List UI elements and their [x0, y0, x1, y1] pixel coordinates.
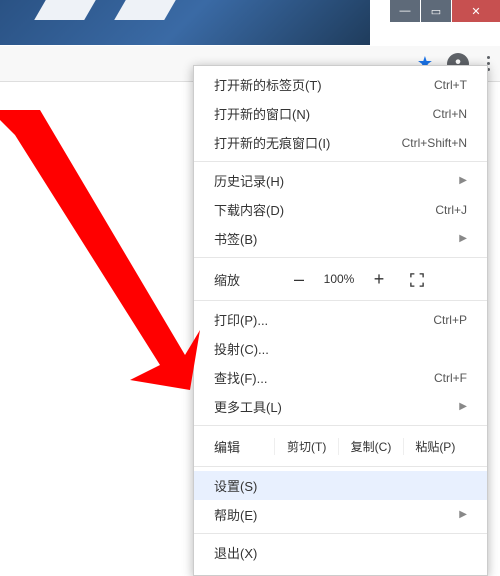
shortcut-text: Ctrl+T: [434, 78, 467, 92]
edit-label: 编辑: [214, 437, 274, 456]
menu-label: 帮助(E): [214, 505, 257, 524]
shortcut-text: Ctrl+F: [434, 371, 467, 385]
zoom-value: 100%: [314, 272, 364, 286]
menu-label: 下载内容(D): [214, 200, 284, 219]
menu-item-downloads[interactable]: 下载内容(D) Ctrl+J: [194, 195, 487, 224]
menu-separator: [194, 533, 487, 534]
close-button[interactable]: ✕: [452, 0, 500, 22]
paste-button[interactable]: 粘贴(P): [403, 438, 467, 455]
menu-label: 打开新的无痕窗口(I): [214, 133, 330, 152]
chevron-right-icon: ▶: [459, 175, 467, 186]
menu-item-new-window[interactable]: 打开新的窗口(N) Ctrl+N: [194, 99, 487, 128]
window-controls: — ▭ ✕: [390, 0, 500, 22]
menu-label: 设置(S): [214, 476, 257, 495]
menu-label: 打开新的窗口(N): [214, 104, 310, 123]
menu-item-settings[interactable]: 设置(S): [194, 471, 487, 500]
menu-item-help[interactable]: 帮助(E) ▶: [194, 500, 487, 529]
menu-separator: [194, 425, 487, 426]
menu-separator: [194, 466, 487, 467]
menu-item-more-tools[interactable]: 更多工具(L) ▶: [194, 392, 487, 421]
menu-separator: [194, 161, 487, 162]
shortcut-text: Ctrl+P: [433, 313, 467, 327]
main-menu: 打开新的标签页(T) Ctrl+T 打开新的窗口(N) Ctrl+N 打开新的无…: [193, 65, 488, 576]
fullscreen-button[interactable]: [394, 271, 424, 287]
menu-label: 书签(B): [214, 229, 257, 248]
menu-item-bookmarks[interactable]: 书签(B) ▶: [194, 224, 487, 253]
menu-item-incognito[interactable]: 打开新的无痕窗口(I) Ctrl+Shift+N: [194, 128, 487, 157]
maximize-button[interactable]: ▭: [421, 0, 451, 22]
menu-item-zoom: 缩放 – 100% +: [194, 262, 487, 296]
menu-item-history[interactable]: 历史记录(H) ▶: [194, 166, 487, 195]
menu-item-exit[interactable]: 退出(X): [194, 538, 487, 567]
menu-item-new-tab[interactable]: 打开新的标签页(T) Ctrl+T: [194, 70, 487, 99]
menu-label: 更多工具(L): [214, 397, 282, 416]
chevron-right-icon: ▶: [459, 233, 467, 244]
menu-label: 历史记录(H): [214, 171, 284, 190]
menu-label: 打印(P)...: [214, 310, 268, 329]
menu-label: 退出(X): [214, 543, 257, 562]
copy-button[interactable]: 复制(C): [338, 438, 402, 455]
minimize-button[interactable]: —: [390, 0, 420, 22]
menu-label: 打开新的标签页(T): [214, 75, 322, 94]
zoom-label: 缩放: [214, 270, 284, 289]
chevron-right-icon: ▶: [459, 509, 467, 520]
shortcut-text: Ctrl+N: [433, 107, 467, 121]
menu-item-edit-row: 编辑 剪切(T) 复制(C) 粘贴(P): [194, 430, 487, 462]
chevron-right-icon: ▶: [459, 401, 467, 412]
shortcut-text: Ctrl+Shift+N: [402, 136, 467, 150]
zoom-in-button[interactable]: +: [364, 269, 394, 290]
zoom-out-button[interactable]: –: [284, 269, 314, 290]
cut-button[interactable]: 剪切(T): [274, 438, 338, 455]
menu-separator: [194, 300, 487, 301]
menu-item-find[interactable]: 查找(F)... Ctrl+F: [194, 363, 487, 392]
menu-label: 查找(F)...: [214, 368, 267, 387]
annotation-arrow-icon: [0, 110, 200, 390]
menu-item-print[interactable]: 打印(P)... Ctrl+P: [194, 305, 487, 334]
shortcut-text: Ctrl+J: [435, 203, 467, 217]
menu-separator: [194, 257, 487, 258]
menu-label: 投射(C)...: [214, 339, 269, 358]
menu-item-cast[interactable]: 投射(C)...: [194, 334, 487, 363]
